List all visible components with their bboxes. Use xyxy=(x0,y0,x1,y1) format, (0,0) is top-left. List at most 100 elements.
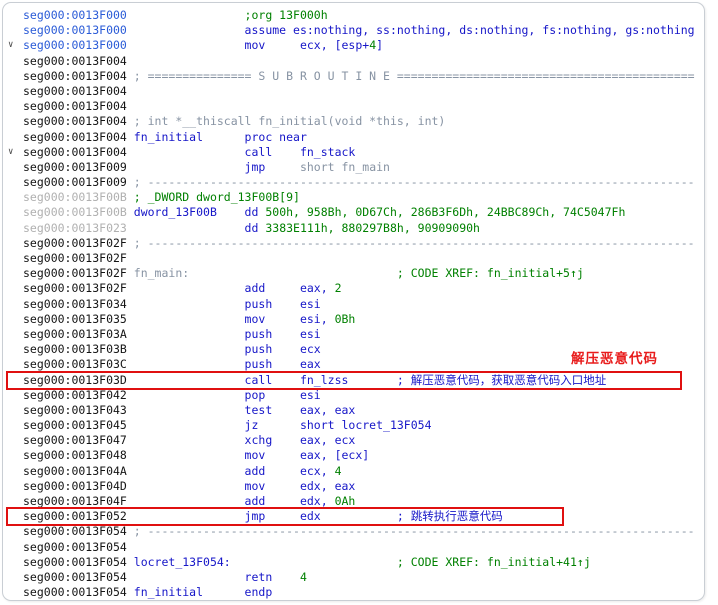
code-text: ; CODE XREF: fn_initial+5↑j xyxy=(397,266,584,280)
code-text: jmp edx xyxy=(134,509,321,523)
code-text: mov edx, eax xyxy=(134,479,356,493)
asm-line[interactable]: seg000:0013F00B ; _DWORD dword_13F00B[9] xyxy=(23,190,704,205)
code-text: ; int *__thiscall fn_initial(void *this,… xyxy=(134,114,446,128)
asm-line[interactable]: seg000:0013F054 xyxy=(23,540,704,555)
code-text: push ecx xyxy=(134,342,321,356)
address: seg000:0013F054 xyxy=(23,555,134,569)
code-text: 500h, 958Bh, 0D67Ch, 286B3F6Dh, 24BBC89C… xyxy=(265,205,625,219)
asm-line[interactable]: seg000:0013F004 ; =============== S U B … xyxy=(23,69,704,84)
address: seg000:0013F042 xyxy=(23,388,134,402)
asm-line[interactable]: seg000:0013F043 test eax, eax xyxy=(23,403,704,418)
code-text: fn_main: xyxy=(134,266,189,280)
code-text: assume es:nothing, ss:nothing, ds:nothin… xyxy=(134,23,695,37)
address: seg000:0013F00B xyxy=(23,205,134,219)
address: seg000:0013F045 xyxy=(23,418,134,432)
asm-line[interactable]: seg000:0013F004 xyxy=(23,99,704,114)
collapse-arrow-icon[interactable]: ∨ xyxy=(8,145,13,160)
asm-line[interactable]: seg000:0013F052 jmp edx ; 跳转执行恶意代码 xyxy=(23,509,704,524)
address: seg000:0013F02F xyxy=(23,236,134,250)
asm-line[interactable]: seg000:0013F04F add edx, 0Ah xyxy=(23,494,704,509)
code-text xyxy=(189,266,397,280)
code-text: fn_initial endp xyxy=(134,585,272,599)
code-text: 2 xyxy=(335,281,342,295)
asm-line[interactable]: seg000:0013F042 pop esi xyxy=(23,388,704,403)
address: seg000:0013F02F xyxy=(23,266,134,280)
asm-line[interactable]: seg000:0013F054 locret_13F054: ; CODE XR… xyxy=(23,555,704,570)
asm-line[interactable]: seg000:0013F04D mov edx, eax xyxy=(23,479,704,494)
code-text: ; =============== S U B R O U T I N E ==… xyxy=(134,69,695,83)
asm-line[interactable]: ∨seg000:0013F004 call fn_stack xyxy=(23,145,704,160)
code-text xyxy=(348,373,396,387)
address: seg000:0013F04A xyxy=(23,464,134,478)
code-text: dd xyxy=(134,221,266,235)
asm-line[interactable]: seg000:0013F054 retn 4 xyxy=(23,570,704,585)
asm-line[interactable]: seg000:0013F02F xyxy=(23,251,704,266)
asm-line[interactable]: seg000:0013F02F fn_main: ; CODE XREF: fn… xyxy=(23,266,704,281)
address: seg000:0013F004 xyxy=(23,114,134,128)
annotation-label: 解压恶意代码 xyxy=(556,347,658,367)
asm-line[interactable]: seg000:0013F03D call fn_lzss ; 解压恶意代码，获取… xyxy=(23,373,704,388)
asm-line[interactable]: seg000:0013F02F add eax, 2 xyxy=(23,281,704,296)
code-text xyxy=(231,555,397,569)
asm-line[interactable]: seg000:0013F054 fn_initial endp xyxy=(23,585,704,600)
asm-line[interactable]: seg000:0013F004 xyxy=(23,84,704,99)
asm-line[interactable]: seg000:0013F034 push esi xyxy=(23,297,704,312)
code-text: push esi xyxy=(134,297,321,311)
address: seg000:0013F04D xyxy=(23,479,134,493)
address: seg000:0013F043 xyxy=(23,403,134,417)
code-text: jz short locret_13F054 xyxy=(134,418,432,432)
code-text: pop esi xyxy=(134,388,321,402)
code-text: ; --------------------------------------… xyxy=(134,175,695,189)
address: seg000:0013F03C xyxy=(23,357,134,371)
address: seg000:0013F047 xyxy=(23,433,134,447)
code-text: 0Ah xyxy=(335,494,356,508)
address: seg000:0013F054 xyxy=(23,540,134,554)
asm-line[interactable]: seg000:0013F004 xyxy=(23,54,704,69)
code-text: add eax, xyxy=(134,281,335,295)
address: seg000:0013F004 xyxy=(23,84,134,98)
collapse-arrow-icon[interactable]: ∨ xyxy=(8,38,13,53)
asm-line[interactable]: seg000:0013F048 mov eax, [ecx] xyxy=(23,448,704,463)
asm-line[interactable]: seg000:0013F00B dword_13F00B dd 500h, 95… xyxy=(23,205,704,220)
asm-line[interactable]: seg000:0013F004 fn_initial proc near xyxy=(23,130,704,145)
address: seg000:0013F03A xyxy=(23,327,134,341)
asm-line[interactable]: ∨seg000:0013F000 mov ecx, [esp+4] xyxy=(23,38,704,53)
address: seg000:0013F00B xyxy=(23,190,134,204)
asm-line[interactable]: seg000:0013F02F ; ----------------------… xyxy=(23,236,704,251)
address: seg000:0013F035 xyxy=(23,312,134,326)
asm-line[interactable]: seg000:0013F000 ;org 13F000h xyxy=(23,8,704,23)
code-text: locret_13F054: xyxy=(134,555,231,569)
code-text: retn xyxy=(134,570,300,584)
address: seg000:0013F054 xyxy=(23,570,134,584)
code-text: add edx, xyxy=(134,494,335,508)
code-text: ;org 13F000h xyxy=(134,8,328,22)
asm-line[interactable]: seg000:0013F035 mov esi, 0Bh xyxy=(23,312,704,327)
address: seg000:0013F009 xyxy=(23,160,134,174)
asm-line[interactable]: seg000:0013F047 xchg eax, ecx xyxy=(23,433,704,448)
disassembly-window: seg000:0013F000 ;org 13F000hseg000:0013F… xyxy=(2,2,705,601)
asm-line[interactable]: seg000:0013F045 jz short locret_13F054 xyxy=(23,418,704,433)
code-text: 3383E111h, 880297B8h, 90909090h xyxy=(265,221,480,235)
asm-line[interactable]: seg000:0013F04A add ecx, 4 xyxy=(23,464,704,479)
code-text: xchg eax, ecx xyxy=(134,433,356,447)
address: seg000:0013F000 xyxy=(23,38,134,52)
code-text: ; 解压恶意代码，获取恶意代码入口地址 xyxy=(397,373,606,387)
code-text: ; _DWORD dword_13F00B[9] xyxy=(134,190,300,204)
code-text: push esi xyxy=(134,327,321,341)
address: seg000:0013F052 xyxy=(23,509,134,523)
asm-line[interactable]: seg000:0013F009 ; ----------------------… xyxy=(23,175,704,190)
code-text: mov esi, xyxy=(134,312,335,326)
asm-line[interactable]: seg000:0013F03A push esi xyxy=(23,327,704,342)
listing: seg000:0013F000 ;org 13F000hseg000:0013F… xyxy=(3,3,704,600)
address: seg000:0013F000 xyxy=(23,8,134,22)
code-text: add ecx, xyxy=(134,464,335,478)
asm-line[interactable]: seg000:0013F009 jmp short fn_main xyxy=(23,160,704,175)
address: seg000:0013F054 xyxy=(23,585,134,599)
code-text: ; --------------------------------------… xyxy=(134,524,695,538)
asm-line[interactable]: seg000:0013F054 ; ----------------------… xyxy=(23,524,704,539)
asm-line[interactable]: seg000:0013F000 assume es:nothing, ss:no… xyxy=(23,23,704,38)
asm-line[interactable]: seg000:0013F004 ; int *__thiscall fn_ini… xyxy=(23,114,704,129)
code-text: short fn_main xyxy=(300,160,390,174)
asm-line[interactable]: seg000:0013F023 dd 3383E111h, 880297B8h,… xyxy=(23,221,704,236)
address: seg000:0013F048 xyxy=(23,448,134,462)
